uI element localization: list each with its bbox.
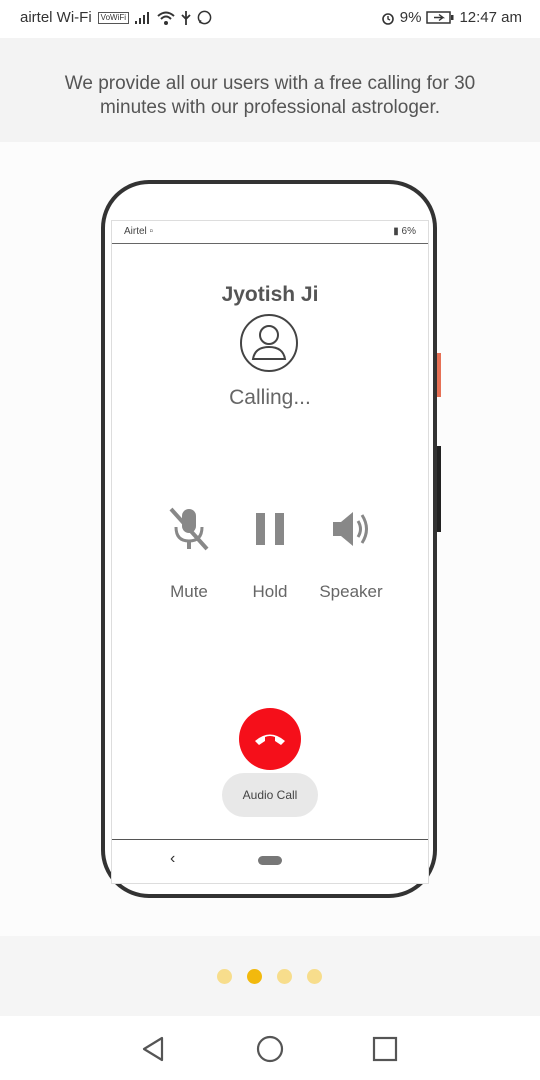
speaker-icon	[311, 504, 391, 554]
back-icon[interactable]	[140, 1036, 166, 1067]
system-nav-bar	[0, 1016, 540, 1080]
wifi-icon	[157, 11, 175, 25]
speaker-control: Speaker	[311, 504, 391, 602]
mute-control: Mute	[149, 504, 229, 602]
hold-label: Hold	[252, 582, 288, 601]
usb-icon	[181, 10, 191, 25]
end-call-button	[239, 708, 301, 770]
avatar-icon	[239, 313, 299, 373]
speaker-label: Speaker	[319, 582, 383, 601]
hold-control: Hold	[230, 504, 310, 602]
home-icon[interactable]	[256, 1035, 284, 1068]
mockup-status-right: ▮ 6%	[393, 226, 416, 237]
pager-bar	[0, 936, 540, 1016]
call-status: Calling...	[229, 386, 311, 409]
status-bar: airtel Wi-Fi VoWiFi 9% 12:47 am	[0, 0, 540, 38]
whatsapp-icon	[197, 10, 212, 25]
recents-icon[interactable]	[372, 1036, 398, 1067]
pager-dot[interactable]	[277, 969, 292, 984]
caller-name: Jyotish Ji	[221, 283, 319, 306]
pager-dot-active[interactable]	[247, 969, 262, 984]
mockup-back-icon: ‹	[170, 850, 176, 867]
mockup-status-left: Airtel ▫	[124, 226, 154, 237]
mockup-nav-bar: ‹	[112, 839, 428, 884]
pause-icon	[230, 504, 310, 554]
mockup-home-icon	[258, 856, 282, 865]
signal-icon	[135, 11, 151, 24]
intro-text: We provide all our users with a free cal…	[64, 73, 476, 118]
end-call-icon	[253, 730, 287, 748]
phone-side-button	[437, 353, 441, 397]
call-type-label: Audio Call	[222, 773, 318, 817]
mic-off-icon	[149, 504, 229, 554]
pager-dot[interactable]	[217, 969, 232, 984]
battery-charging-icon	[426, 11, 454, 24]
battery-percent: 9%	[399, 9, 422, 26]
phone-side-button	[437, 446, 441, 532]
alarm-icon	[381, 11, 395, 25]
pager-dot[interactable]	[307, 969, 322, 984]
phone-mockup-screen: Airtel ▫ ▮ 6% Jyotish Ji Calling... Mute…	[111, 220, 429, 884]
clock: 12:47 am	[459, 9, 522, 26]
mute-label: Mute	[170, 582, 208, 601]
carrier-name: airtel Wi-Fi	[20, 9, 92, 26]
mockup-status-bar: Airtel ▫ ▮ 6%	[112, 221, 428, 244]
vowifi-badge: VoWiFi	[97, 11, 130, 24]
